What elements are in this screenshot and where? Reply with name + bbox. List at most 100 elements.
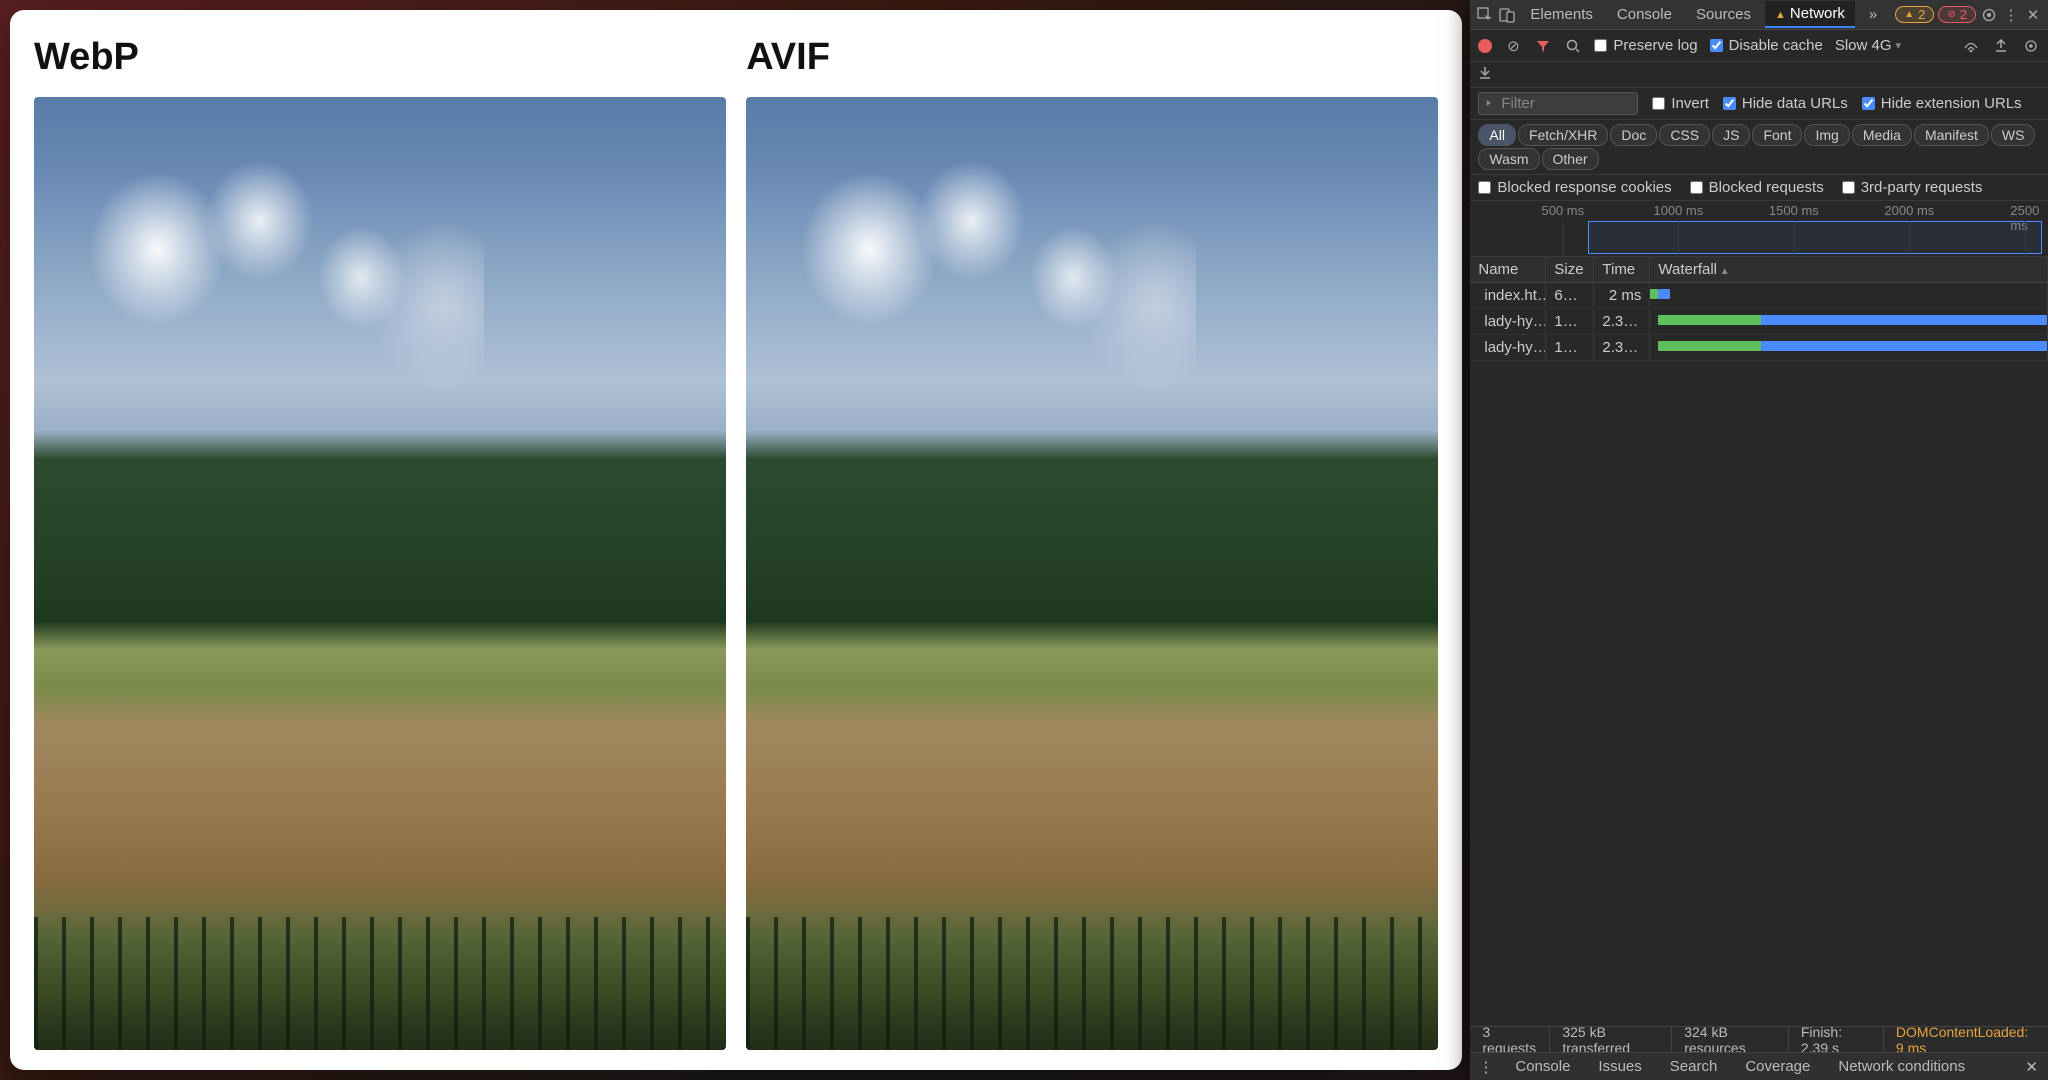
- import-har-icon[interactable]: [1992, 37, 2010, 55]
- waterfall-cell: [1650, 335, 2048, 360]
- throttling-select[interactable]: Slow 4G: [1835, 37, 1901, 54]
- drawer-tabs: ⋮ Console Issues Search Coverage Network…: [1470, 1052, 2048, 1080]
- warnings-badge[interactable]: 2: [1895, 6, 1934, 23]
- avif-heading: AVIF: [746, 36, 1438, 79]
- preserve-log-label: Preserve log: [1613, 37, 1697, 54]
- type-filter-css[interactable]: CSS: [1659, 124, 1710, 146]
- drawer-close-icon[interactable]: ✕: [2015, 1058, 2048, 1076]
- avif-column: AVIF: [746, 30, 1438, 1050]
- tab-more[interactable]: »: [1859, 2, 1887, 27]
- request-time: 2 ms: [1594, 283, 1650, 308]
- network-table: Name Size Time Waterfall index.ht…647 B2…: [1470, 257, 2048, 1026]
- col-name[interactable]: Name: [1470, 257, 1546, 282]
- drawer-tab-console[interactable]: Console: [1501, 1058, 1584, 1075]
- type-filter-wasm[interactable]: Wasm: [1478, 148, 1539, 170]
- request-name: index.ht…: [1484, 287, 1546, 304]
- export-har-icon[interactable]: [1478, 66, 1492, 84]
- status-requests: 3 requests: [1470, 1027, 1550, 1052]
- devtools-tabbar: Elements Console Sources Network » 2 2 ⋮…: [1470, 0, 2048, 30]
- toolbar-settings-icon[interactable]: [2022, 37, 2040, 55]
- type-filter-manifest[interactable]: Manifest: [1914, 124, 1989, 146]
- request-size: 163 kB: [1546, 309, 1594, 334]
- timeline-selection[interactable]: [1588, 221, 2042, 254]
- status-domcontentloaded: DOMContentLoaded: 9 ms: [1884, 1027, 2048, 1052]
- request-size: 647 B: [1546, 283, 1594, 308]
- table-row[interactable]: index.ht…647 B2 ms: [1470, 283, 2048, 309]
- type-filter-bar: AllFetch/XHRDocCSSJSFontImgMediaManifest…: [1470, 120, 2048, 175]
- filter-bar: Filter Invert Hide data URLs Hide extens…: [1470, 88, 2048, 120]
- timeline-tick: 2500 ms: [2010, 203, 2039, 233]
- avif-image: [746, 97, 1438, 1050]
- table-header: Name Size Time Waterfall: [1470, 257, 2048, 283]
- thirdparty-label: 3rd-party requests: [1861, 179, 1983, 196]
- blocked-cookies-checkbox[interactable]: Blocked response cookies: [1478, 179, 1671, 196]
- table-row[interactable]: lady-hy…163 kB2.38 s: [1470, 309, 2048, 335]
- timeline-tick: 500 ms: [1541, 203, 1584, 218]
- timeline-tick: 2000 ms: [1884, 203, 1934, 218]
- status-resources: 324 kB resources: [1672, 1027, 1789, 1052]
- tab-console[interactable]: Console: [1607, 2, 1682, 27]
- drawer-tab-network-conditions[interactable]: Network conditions: [1824, 1058, 1979, 1075]
- filter-toggle-icon[interactable]: [1534, 37, 1552, 55]
- settings-icon[interactable]: [1980, 6, 1998, 24]
- type-filter-media[interactable]: Media: [1852, 124, 1912, 146]
- blocked-requests-checkbox[interactable]: Blocked requests: [1690, 179, 1824, 196]
- record-button[interactable]: [1478, 39, 1492, 53]
- request-time: 2.38 s: [1594, 309, 1650, 334]
- type-filter-js[interactable]: JS: [1712, 124, 1750, 146]
- drawer-tab-search[interactable]: Search: [1656, 1058, 1732, 1075]
- timeline-tick: 1000 ms: [1653, 203, 1703, 218]
- hide-extension-urls-checkbox[interactable]: Hide extension URLs: [1862, 95, 2022, 112]
- close-devtools-icon[interactable]: ✕: [2024, 6, 2042, 24]
- disable-cache-label: Disable cache: [1729, 37, 1823, 54]
- timeline-overview[interactable]: 500 ms1000 ms1500 ms2000 ms2500 ms: [1470, 201, 2048, 257]
- drawer-tab-coverage[interactable]: Coverage: [1731, 1058, 1824, 1075]
- col-waterfall[interactable]: Waterfall: [1650, 257, 2048, 282]
- inspect-icon[interactable]: [1476, 6, 1494, 24]
- tab-network[interactable]: Network: [1765, 1, 1855, 28]
- request-name: lady-hy…: [1484, 339, 1546, 356]
- page-content: WebP AVIF: [10, 10, 1462, 1070]
- request-size: 161 kB: [1546, 335, 1594, 360]
- tab-sources[interactable]: Sources: [1686, 2, 1761, 27]
- search-icon[interactable]: [1564, 37, 1582, 55]
- type-filter-fetchxhr[interactable]: Fetch/XHR: [1518, 124, 1608, 146]
- network-conditions-icon[interactable]: [1962, 37, 1980, 55]
- webp-column: WebP: [34, 30, 726, 1050]
- devtools-panel: Elements Console Sources Network » 2 2 ⋮…: [1470, 0, 2048, 1080]
- invert-checkbox[interactable]: Invert: [1652, 95, 1709, 112]
- blocked-cookies-label: Blocked response cookies: [1497, 179, 1671, 196]
- disable-cache-checkbox[interactable]: Disable cache: [1710, 37, 1823, 54]
- request-name: lady-hy…: [1484, 313, 1546, 330]
- status-bar: 3 requests 325 kB transferred 324 kB res…: [1470, 1026, 2048, 1052]
- hide-ext-label: Hide extension URLs: [1881, 95, 2022, 112]
- waterfall-cell: [1650, 309, 2048, 334]
- col-time[interactable]: Time: [1594, 257, 1650, 282]
- type-filter-other[interactable]: Other: [1542, 148, 1599, 170]
- type-filter-doc[interactable]: Doc: [1610, 124, 1657, 146]
- request-time: 2.36 s: [1594, 335, 1650, 360]
- type-filter-img[interactable]: Img: [1804, 124, 1849, 146]
- type-filter-font[interactable]: Font: [1752, 124, 1802, 146]
- filter-input[interactable]: Filter: [1478, 92, 1638, 115]
- hide-data-label: Hide data URLs: [1742, 95, 1848, 112]
- col-size[interactable]: Size: [1546, 257, 1594, 282]
- thirdparty-checkbox[interactable]: 3rd-party requests: [1842, 179, 1983, 196]
- tab-elements[interactable]: Elements: [1520, 2, 1603, 27]
- drawer-menu-icon[interactable]: ⋮: [1470, 1058, 1501, 1076]
- preserve-log-checkbox[interactable]: Preserve log: [1594, 37, 1697, 54]
- blocked-bar: Blocked response cookies Blocked request…: [1470, 175, 2048, 201]
- hide-data-urls-checkbox[interactable]: Hide data URLs: [1723, 95, 1848, 112]
- type-filter-all[interactable]: All: [1478, 124, 1516, 146]
- blocked-requests-label: Blocked requests: [1709, 179, 1824, 196]
- kebab-icon[interactable]: ⋮: [2002, 6, 2020, 24]
- clear-icon[interactable]: ⊘: [1504, 37, 1522, 55]
- network-subbar: [1470, 62, 2048, 88]
- table-row[interactable]: lady-hy…161 kB2.36 s: [1470, 335, 2048, 361]
- type-filter-ws[interactable]: WS: [1991, 124, 2036, 146]
- webp-heading: WebP: [34, 36, 726, 79]
- drawer-tab-issues[interactable]: Issues: [1584, 1058, 1655, 1075]
- device-toggle-icon[interactable]: [1498, 6, 1516, 24]
- errors-badge[interactable]: 2: [1938, 6, 1976, 23]
- filter-placeholder: Filter: [1501, 95, 1534, 112]
